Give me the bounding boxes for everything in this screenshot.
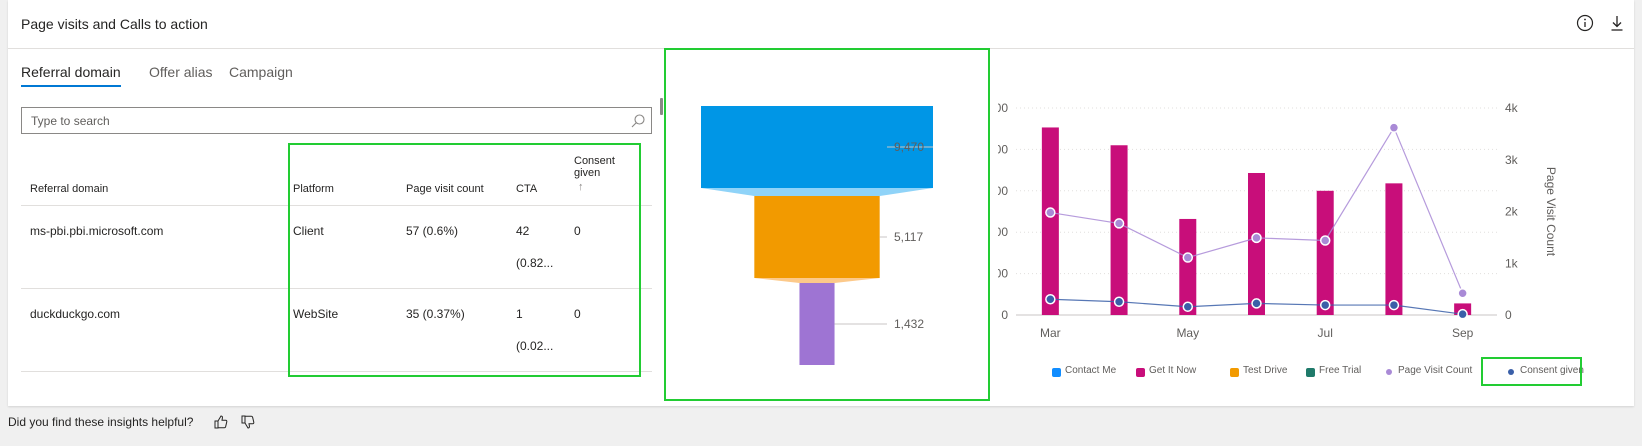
- point-consent-given: [1182, 301, 1194, 312]
- combo-chart: 500 400 300 200 100 0 4k 3k 2k 1k 0 CTA Page Visit C…: [998, 101, 1558, 340]
- point-page-visit-count: [1251, 232, 1262, 244]
- card-title: Page visits and Calls to action: [21, 16, 208, 32]
- funnel-bar-3: [799, 283, 835, 365]
- search-input[interactable]: [31, 112, 611, 130]
- y-tick-label: 200: [998, 225, 1008, 239]
- bar-get-it-now: [1179, 218, 1197, 315]
- legend-label: Free Trial: [1319, 365, 1362, 376]
- funnel-transition-1: [701, 188, 933, 196]
- x-tick-label: May: [1176, 326, 1199, 340]
- point-page-visit-count: [1319, 235, 1331, 246]
- y-tick-label: 300: [998, 184, 1008, 198]
- row-2-referral-domain[interactable]: duckduckgo.com: [30, 307, 120, 321]
- point-consent-given: [1319, 299, 1331, 311]
- tab-offer-alias[interactable]: Offer alias: [149, 64, 213, 85]
- legend-marker: [1386, 369, 1392, 375]
- point-page-visit-count: [1457, 288, 1468, 299]
- funnel-label-3: 1,432: [894, 317, 924, 331]
- legend-marker: [1306, 368, 1315, 377]
- thumbs-up-icon[interactable]: [213, 414, 229, 430]
- legend-label: Test Drive: [1243, 365, 1288, 376]
- y2-tick-label: 0: [1505, 308, 1512, 322]
- point-consent-given: [1457, 308, 1468, 320]
- point-consent-given: [1045, 294, 1056, 305]
- legend-label: Get It Now: [1149, 365, 1197, 376]
- page-visits-card: Page visits and Calls to action Referral…: [8, 0, 1634, 406]
- legend-label: Page Visit Count: [1398, 365, 1473, 376]
- y-tick-label: 500: [998, 101, 1008, 115]
- funnel-label-2: 5,117: [894, 230, 923, 244]
- legend-label: Contact Me: [1065, 365, 1117, 376]
- download-icon[interactable]: [1607, 13, 1627, 33]
- funnel-transition-2: [754, 278, 880, 283]
- legend-marker: [1230, 368, 1239, 377]
- bar-get-it-now: [1041, 127, 1059, 315]
- y-tick-label: 400: [998, 142, 1008, 156]
- info-icon[interactable]: [1575, 13, 1595, 33]
- y2-axis-title: Page Visit Count: [1544, 167, 1558, 257]
- y2-tick-label: 3k: [1505, 153, 1519, 167]
- funnel-bar-2: [754, 196, 880, 278]
- bar-get-it-now: [1110, 145, 1128, 315]
- search-icon[interactable]: [630, 113, 646, 129]
- y-axis-title: CTA: [998, 200, 999, 223]
- x-tick-label: Jul: [1318, 326, 1333, 340]
- point-page-visit-count: [1113, 218, 1125, 229]
- x-tick-label: Sep: [1452, 326, 1474, 340]
- legend-highlight-box: [1481, 357, 1582, 386]
- funnel-chart: 9,470 5,117 1,432: [701, 106, 933, 365]
- bar-get-it-now: [1248, 172, 1265, 315]
- table-highlight-box: [288, 143, 641, 377]
- column-header-referral-domain[interactable]: Referral domain: [30, 183, 108, 195]
- thumbs-down-icon[interactable]: [240, 414, 256, 430]
- scrollbar-thumb[interactable]: [660, 98, 663, 115]
- tab-campaign[interactable]: Campaign: [229, 64, 293, 85]
- tab-referral-domain[interactable]: Referral domain: [21, 64, 121, 87]
- point-consent-given: [1251, 298, 1262, 309]
- point-page-visit-count: [1182, 252, 1194, 263]
- bar-get-it-now: [1385, 183, 1403, 315]
- y2-tick-label: 1k: [1505, 256, 1519, 270]
- bar-get-it-now: [1316, 190, 1334, 315]
- legend-marker: [1052, 368, 1061, 377]
- row-1-referral-domain[interactable]: ms-pbi.pbi.microsoft.com: [30, 224, 163, 238]
- point-page-visit-count: [1388, 122, 1400, 133]
- y2-tick-label: 2k: [1505, 205, 1519, 219]
- funnel-label-1: 9,470: [894, 140, 924, 154]
- point-consent-given: [1388, 299, 1400, 311]
- y-tick-label: 0: [1001, 308, 1008, 322]
- y2-tick-label: 4k: [1505, 101, 1519, 115]
- search-box: [21, 107, 652, 134]
- y-tick-label: 100: [998, 267, 1008, 281]
- point-consent-given: [1113, 296, 1125, 308]
- legend-marker: [1136, 368, 1145, 377]
- feedback-question: Did you find these insights helpful?: [8, 415, 194, 429]
- x-tick-label: Mar: [1040, 326, 1061, 340]
- point-page-visit-count: [1045, 207, 1056, 218]
- card-header: Page visits and Calls to action: [8, 0, 1634, 49]
